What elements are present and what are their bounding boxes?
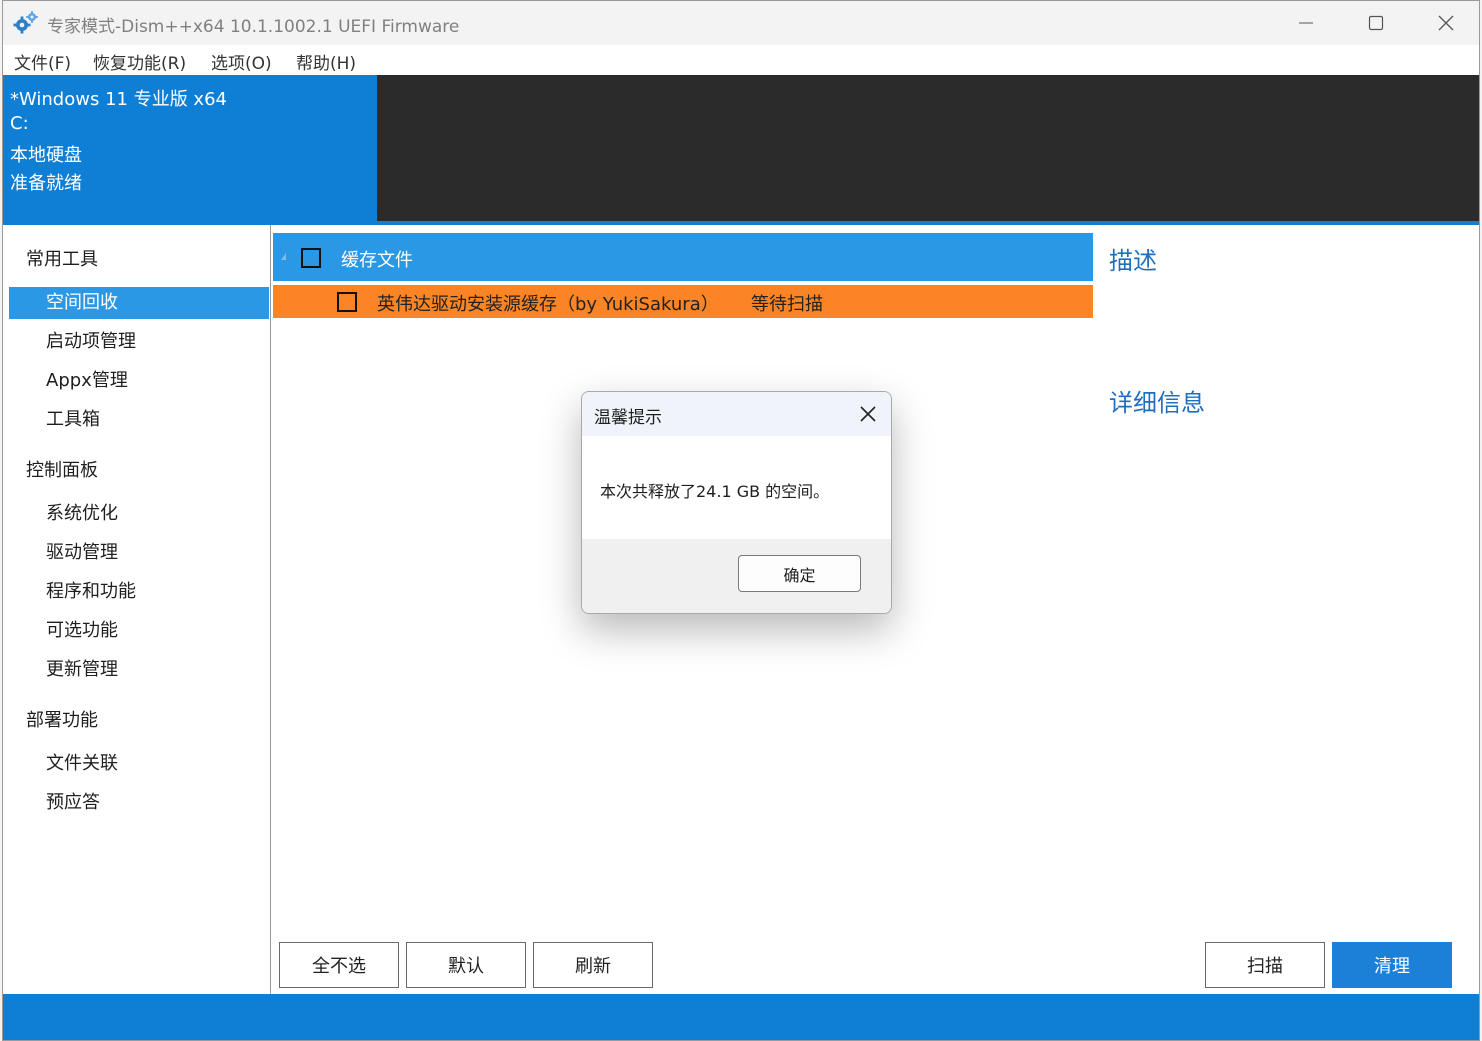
- select-none-button[interactable]: 全不选: [279, 942, 399, 988]
- minimize-icon: [1299, 22, 1313, 24]
- sidebar: 常用工具 空间回收 启动项管理 Appx管理 工具箱 控制面板 系统优化 驱动管…: [3, 225, 271, 994]
- details-title: 详细信息: [1109, 389, 1205, 417]
- maximize-button[interactable]: [1341, 1, 1411, 45]
- close-icon[interactable]: [857, 403, 879, 425]
- sidebar-item-appx[interactable]: Appx管理: [9, 365, 269, 397]
- menu-help[interactable]: 帮助(H): [296, 49, 356, 74]
- status-bar: [3, 994, 1479, 1040]
- drive-letter: C:: [10, 113, 29, 134]
- dialog-title-bar: 温馨提示: [582, 392, 891, 436]
- description-title: 描述: [1109, 247, 1157, 275]
- menu-options[interactable]: 选项(O): [211, 49, 272, 74]
- refresh-button[interactable]: 刷新: [533, 942, 653, 988]
- notice-dialog: 温馨提示 本次共释放了24.1 GB 的空间。 确定: [581, 391, 892, 614]
- nav-group-control-panel: 控制面板: [26, 460, 98, 481]
- menu-bar: 文件(F) 恢复功能(R) 选项(O) 帮助(H): [3, 45, 1479, 75]
- os-name: *Windows 11 专业版 x64: [10, 89, 227, 110]
- sidebar-item-space-cleanup[interactable]: 空间回收: [9, 287, 269, 319]
- sidebar-item-file-association[interactable]: 文件关联: [9, 748, 269, 780]
- sidebar-item-drivers[interactable]: 驱动管理: [9, 537, 269, 569]
- gears-icon: [13, 11, 38, 34]
- close-button[interactable]: [1411, 1, 1479, 45]
- collapse-arrow-icon[interactable]: [281, 253, 286, 260]
- sidebar-item-startup[interactable]: 启动项管理: [9, 326, 269, 358]
- scan-button[interactable]: 扫描: [1205, 942, 1325, 988]
- nav-group-common-tools: 常用工具: [26, 249, 98, 270]
- dialog-message: 本次共释放了24.1 GB 的空间。: [600, 482, 830, 501]
- disk-type: 本地硬盘: [10, 145, 82, 166]
- menu-restore[interactable]: 恢复功能(R): [93, 49, 186, 74]
- ok-button[interactable]: 确定: [738, 555, 861, 592]
- item-status: 等待扫描: [751, 294, 823, 315]
- sidebar-item-answer-file[interactable]: 预应答: [9, 787, 269, 819]
- dialog-title: 温馨提示: [594, 408, 662, 428]
- nav-group-deployment: 部署功能: [26, 710, 98, 731]
- sidebar-item-programs[interactable]: 程序和功能: [9, 576, 269, 608]
- item-checkbox[interactable]: [337, 292, 357, 312]
- list-item[interactable]: 英伟达驱动安装源缓存（by YukiSakura） 等待扫描: [273, 285, 1093, 318]
- minimize-button[interactable]: [1271, 1, 1341, 45]
- category-row[interactable]: 缓存文件: [273, 233, 1093, 281]
- sidebar-item-updates[interactable]: 更新管理: [9, 654, 269, 686]
- title-bar: 专家模式-Dism++x64 10.1.1002.1 UEFI Firmware: [3, 1, 1479, 45]
- sidebar-item-toolbox[interactable]: 工具箱: [9, 404, 269, 436]
- window-title: 专家模式-Dism++x64 10.1.1002.1 UEFI Firmware: [47, 17, 460, 37]
- menu-file[interactable]: 文件(F): [14, 49, 71, 74]
- system-info-panel[interactable]: *Windows 11 专业版 x64 C: 本地硬盘 准备就绪: [3, 75, 377, 223]
- image-list-panel: [377, 75, 1479, 223]
- item-label: 英伟达驱动安装源缓存（by YukiSakura）: [377, 294, 719, 315]
- system-status: 准备就绪: [10, 173, 82, 194]
- close-icon: [1438, 15, 1454, 31]
- info-side-panel: 描述 详细信息: [1095, 225, 1479, 994]
- category-label: 缓存文件: [341, 250, 413, 271]
- default-button[interactable]: 默认: [406, 942, 526, 988]
- maximize-icon: [1368, 15, 1384, 31]
- clean-button[interactable]: 清理: [1332, 942, 1452, 988]
- sidebar-item-system-optimize[interactable]: 系统优化: [9, 498, 269, 530]
- sidebar-item-optional-features[interactable]: 可选功能: [9, 615, 269, 647]
- category-checkbox[interactable]: [301, 248, 321, 268]
- dialog-footer: 确定: [582, 539, 891, 613]
